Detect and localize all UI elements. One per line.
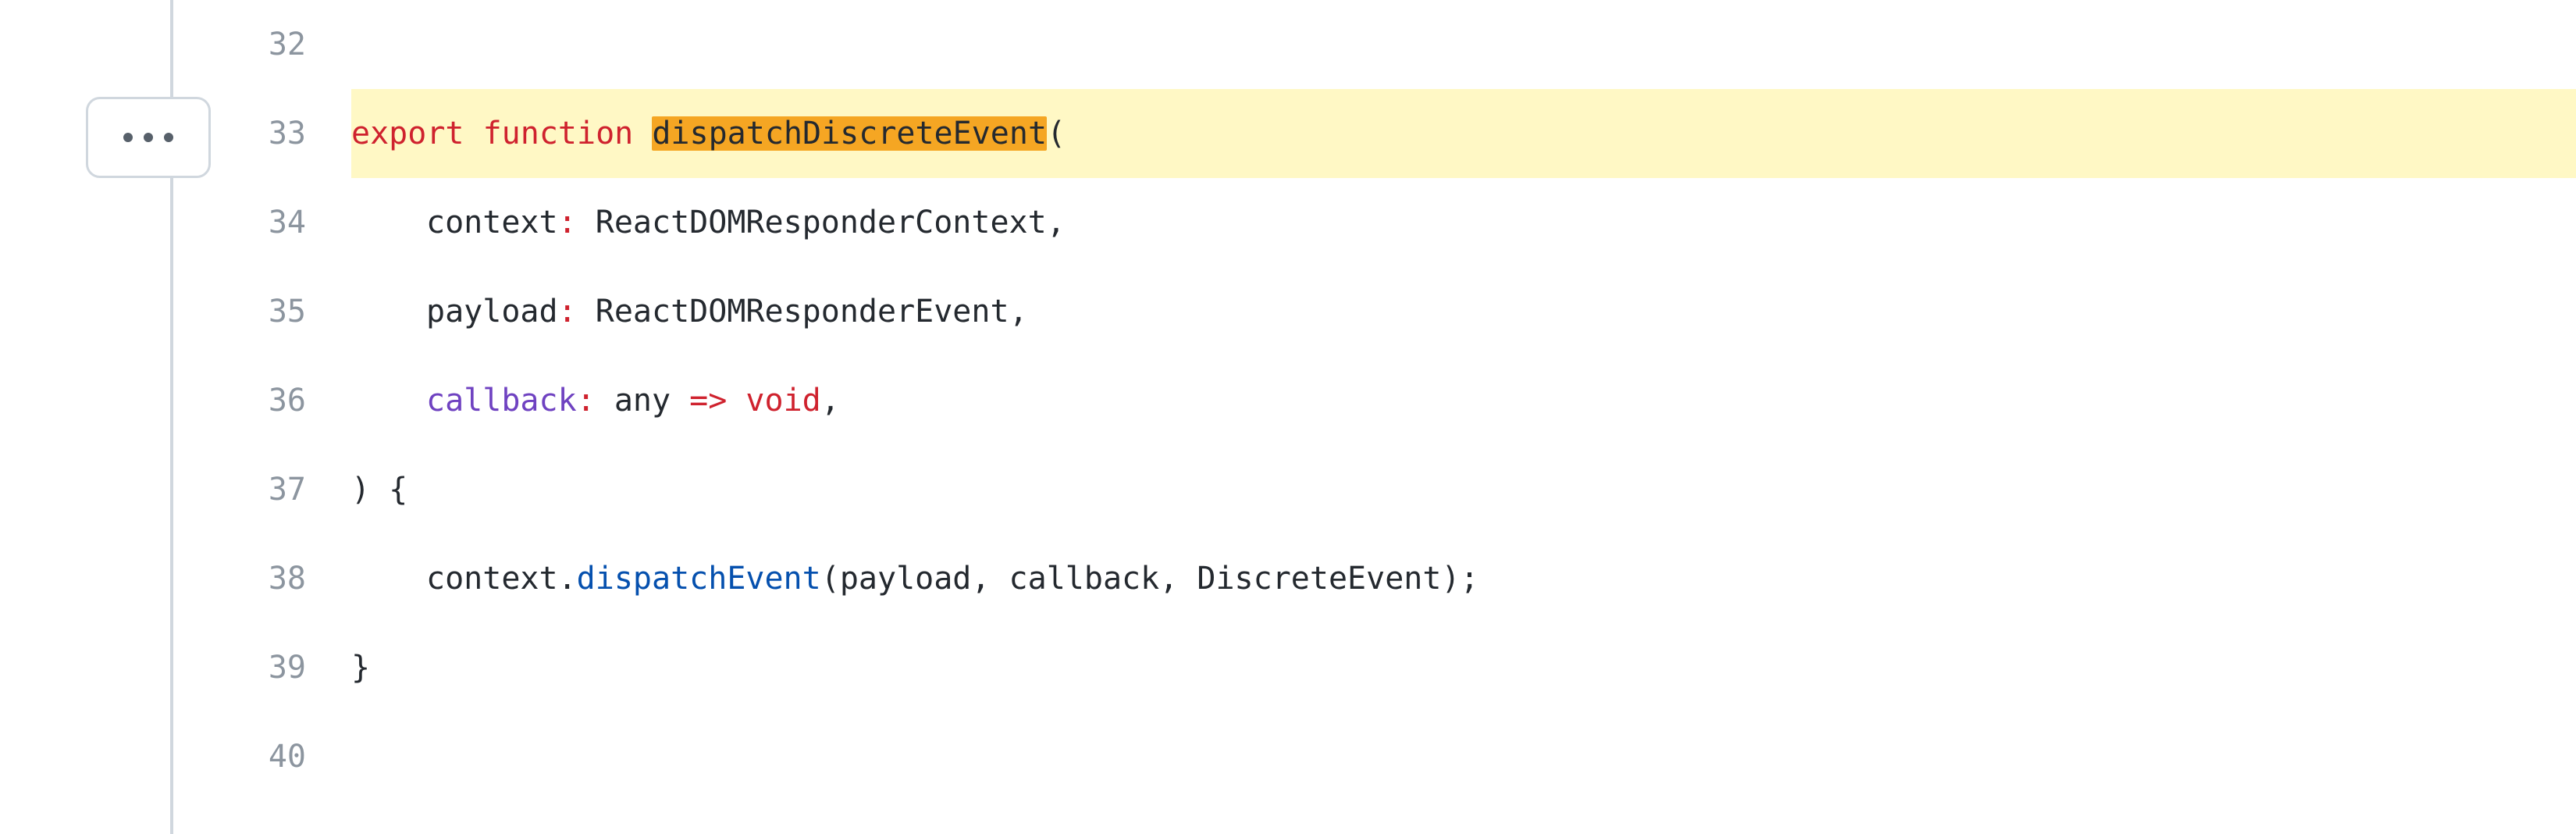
code-token: context. [426,563,577,594]
line-number[interactable]: 40 [234,741,351,772]
code-line[interactable]: 36callback: any => void, [234,356,2576,445]
code-cell[interactable]: callback: any => void, [351,356,2576,445]
code-line[interactable]: 40 [234,712,2576,801]
code-token: callback [426,385,577,416]
code-cell[interactable]: context.dispatchEvent(payload, callback,… [351,534,2576,623]
code-token: function [483,118,653,149]
code-token: } [351,652,370,683]
line-number[interactable]: 34 [234,207,351,238]
code-line[interactable]: 35payload: ReactDOMResponderEvent, [234,267,2576,356]
code-token: ( [1047,118,1066,149]
code-line[interactable]: 34context: ReactDOMResponderContext, [234,178,2576,267]
code-line[interactable]: 33export function dispatchDiscreteEvent( [234,89,2576,178]
code-line[interactable]: 38context.dispatchEvent(payload, callbac… [234,534,2576,623]
code-token: context [426,207,558,238]
code-token: dispatchDiscreteEvent [652,116,1047,151]
code-cell[interactable] [351,0,2576,89]
code-token: : [558,296,596,327]
code-token: ReactDOMResponderEvent [596,296,1009,327]
code-cell[interactable] [351,712,2576,801]
more-actions-button[interactable] [86,97,211,178]
code-area[interactable]: 32 33export function dispatchDiscreteEven… [234,0,2576,834]
code-line[interactable]: 39} [234,623,2576,712]
code-token: any [614,385,689,416]
code-token: ReactDOMResponderContext [596,207,1047,238]
code-line[interactable]: 32 [234,0,2576,89]
code-token: : [577,385,614,416]
code-token: (payload, callback, DiscreteEvent); [821,563,1479,594]
code-viewer: 32 33export function dispatchDiscreteEven… [0,0,2576,834]
ellipsis-icon [164,133,173,142]
code-cell[interactable]: context: ReactDOMResponderContext, [351,178,2576,267]
code-token: , [821,385,840,416]
code-token: export [351,118,483,149]
code-token: => void [689,385,821,416]
line-number[interactable]: 33 [234,118,351,149]
ellipsis-icon [144,133,153,142]
code-cell[interactable]: ) { [351,445,2576,534]
line-number[interactable]: 39 [234,652,351,683]
code-cell[interactable]: } [351,623,2576,712]
code-cell[interactable]: payload: ReactDOMResponderEvent, [351,267,2576,356]
ellipsis-icon [123,133,133,142]
line-number[interactable]: 37 [234,474,351,505]
code-token: , [1009,296,1028,327]
code-line[interactable]: 37) { [234,445,2576,534]
code-token: : [558,207,596,238]
code-token: dispatchEvent [577,563,821,594]
line-number[interactable]: 35 [234,296,351,327]
code-token: payload [426,296,558,327]
left-gutter-rail [0,0,187,834]
highlighted-code-cell[interactable]: export function dispatchDiscreteEvent( [351,89,2576,178]
line-number[interactable]: 36 [234,385,351,416]
code-token: ) { [351,474,407,505]
code-token: , [1047,207,1066,238]
line-number[interactable]: 32 [234,29,351,60]
line-number[interactable]: 38 [234,563,351,594]
